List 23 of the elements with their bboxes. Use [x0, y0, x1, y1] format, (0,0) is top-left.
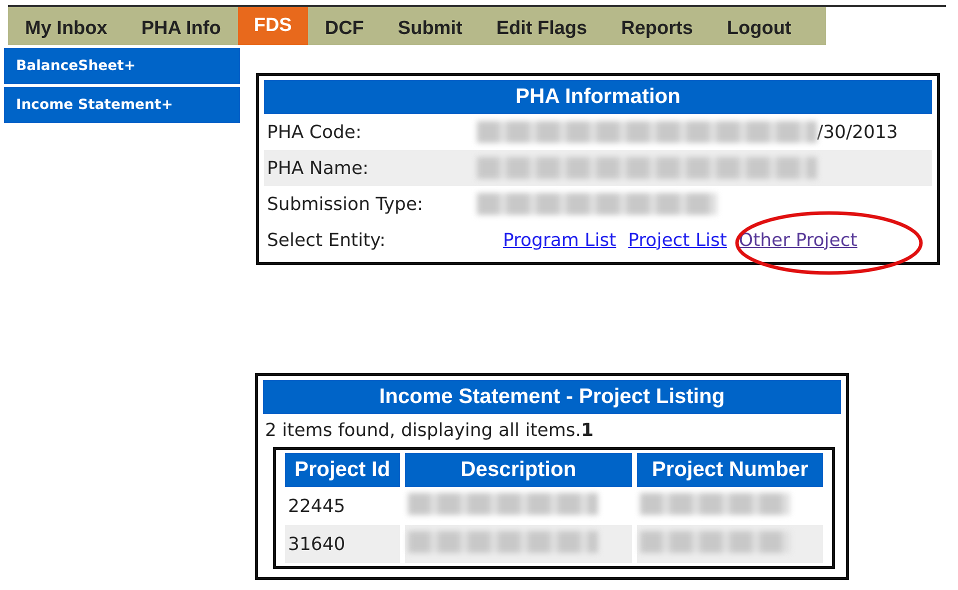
nav-tab[interactable]: Logout	[710, 13, 808, 45]
table-cell: 31640	[285, 525, 400, 563]
results-summary: 2 items found, displaying all items.1	[264, 419, 594, 443]
field-label: PHA Name:	[266, 158, 370, 178]
nav-tab[interactable]: My Inbox	[8, 13, 124, 45]
field-label: PHA Code:	[266, 122, 363, 142]
column-header: Project Id	[285, 453, 400, 487]
field-label: Submission Type:	[266, 194, 424, 214]
nav-tab[interactable]: Edit Flags	[479, 13, 604, 45]
column-header: Description	[404, 453, 632, 487]
sidebar-item[interactable]: Income Statement+	[4, 87, 240, 123]
column-header: Project Number	[637, 453, 823, 487]
nav-tab[interactable]: PHA Info	[124, 13, 238, 45]
entity-link[interactable]: Project List	[628, 230, 727, 250]
nav-tab[interactable]: DCF	[308, 13, 381, 45]
nav-tab[interactable]: Reports	[604, 13, 710, 45]
entity-link[interactable]: Program List	[503, 230, 616, 250]
field-label: Select Entity:	[266, 230, 387, 250]
field-value: /30/2013	[817, 122, 898, 142]
sidebar-item[interactable]: BalanceSheet+	[4, 48, 240, 84]
nav-tab[interactable]: Submit	[380, 13, 480, 45]
panel-header: Income Statement - Project Listing	[263, 380, 841, 414]
panel-header: PHA Information	[264, 80, 932, 114]
